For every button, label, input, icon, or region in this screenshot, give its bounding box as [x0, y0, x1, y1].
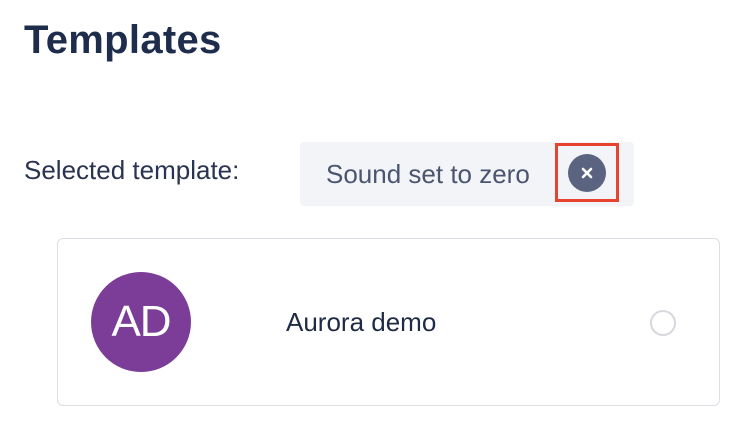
selected-template-chip: Sound set to zero [300, 142, 634, 206]
close-icon [568, 153, 606, 192]
templates-page: Templates Selected template: Sound set t… [0, 0, 738, 438]
template-radio-button[interactable] [650, 310, 676, 336]
page-title: Templates [24, 18, 222, 62]
selected-template-label: Selected template: [24, 155, 240, 185]
selected-template-name: Sound set to zero [326, 159, 530, 189]
template-option-name: Aurora demo [286, 307, 437, 337]
template-option-card[interactable]: AD Aurora demo [57, 238, 720, 406]
avatar: AD [91, 272, 191, 372]
remove-template-button[interactable] [555, 143, 619, 202]
